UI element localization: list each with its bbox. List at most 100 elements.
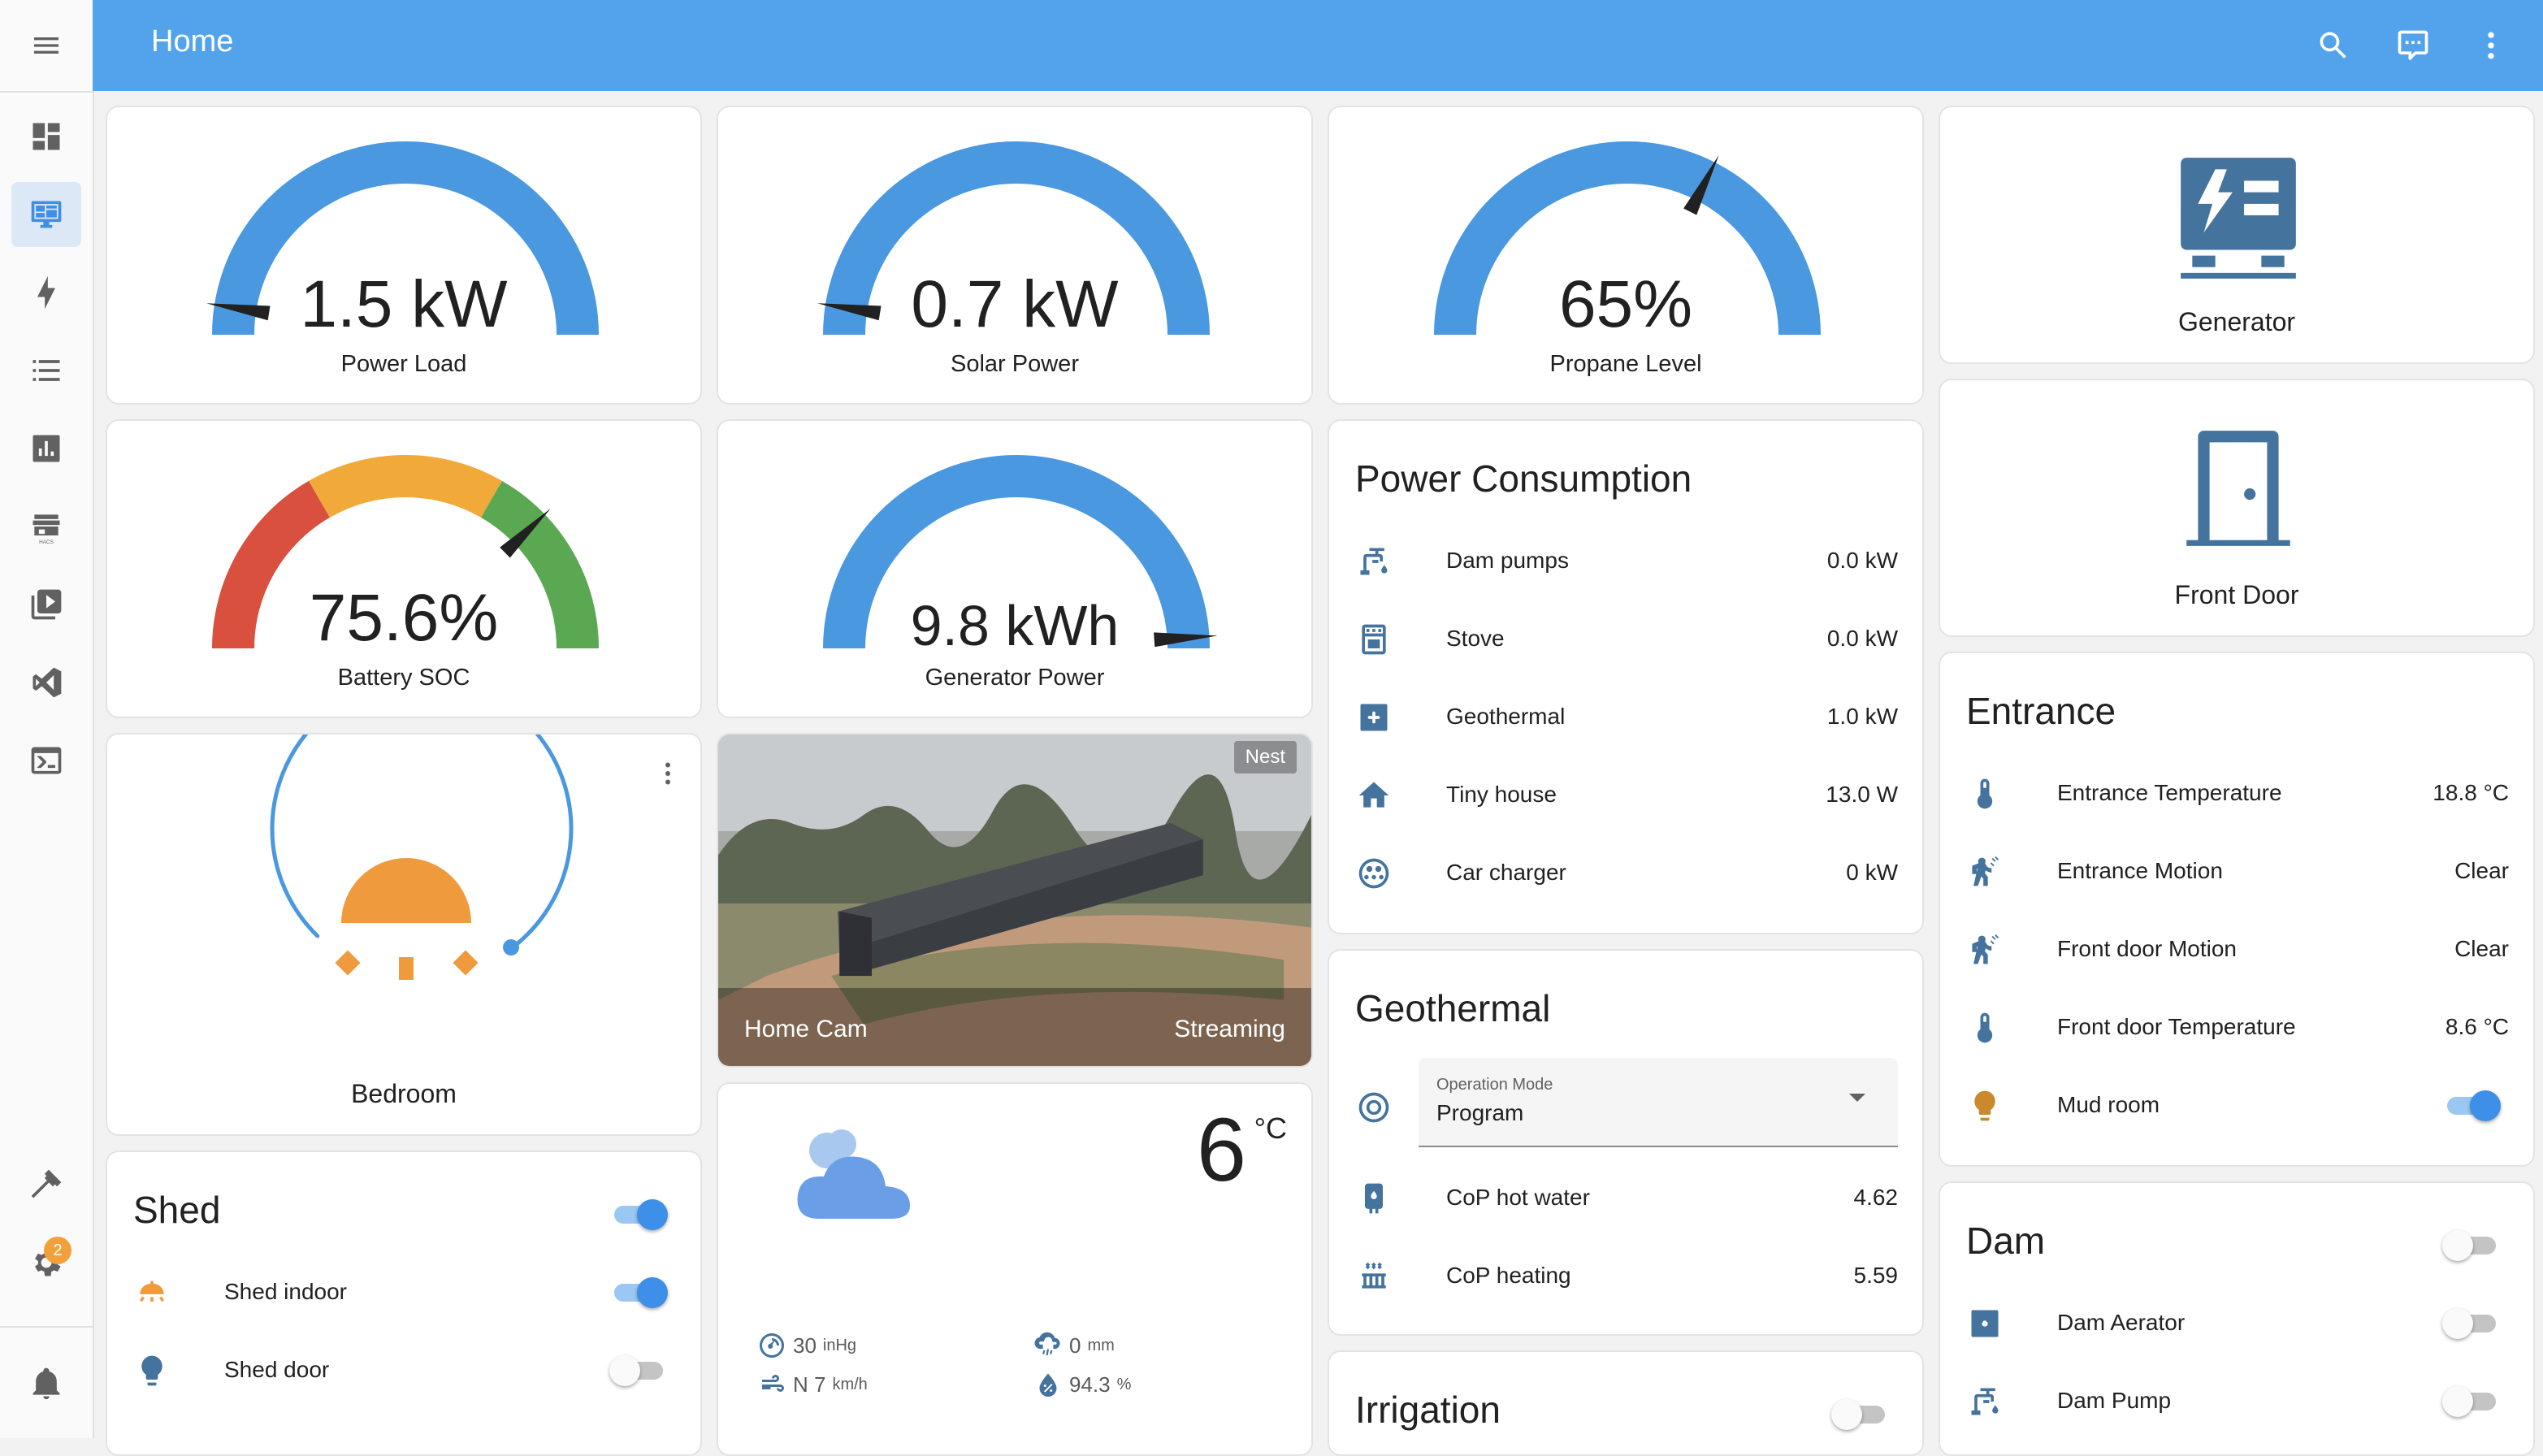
entity-row-shed-door[interactable]: Shed door [107, 1332, 700, 1410]
entity-row-mud-room[interactable]: Mud room [1940, 1068, 2533, 1146]
sidebar-item-logbook[interactable] [11, 338, 81, 403]
entity-toggle[interactable] [2442, 1306, 2501, 1339]
entity-row-tiny-house[interactable]: Tiny house 13.0 W [1329, 757, 1922, 835]
overflow-menu-button[interactable] [2468, 23, 2514, 68]
entity-row-stove[interactable]: Stove 0.0 kW [1329, 601, 1922, 679]
weather-rainy-icon [1034, 1332, 1060, 1356]
sidebar-item-developer-tools[interactable] [11, 1152, 81, 1217]
sidebar-item-home[interactable] [11, 182, 81, 247]
sidebar-item-notifications[interactable] [11, 1350, 81, 1415]
power-consumption-card: Power Consumption Dam pumps 0.0 kW Stove… [1328, 419, 1924, 934]
entity-name: Stove [1446, 626, 1505, 651]
radiator-icon [1354, 1256, 1394, 1297]
entity-name: Tiny house [1446, 782, 1557, 807]
home-icon [1354, 775, 1394, 816]
thermostat-card[interactable]: Bedroom [106, 733, 702, 1136]
sidebar-item-energy[interactable] [11, 260, 81, 325]
weather-card[interactable]: 6 °C 30 inHg 0 mm N 7 km/h 94.3% [717, 1082, 1313, 1456]
entity-row-shed-indoor[interactable]: Shed indoor [107, 1254, 700, 1332]
gauge-card-solar-power[interactable]: 0.7 kW Solar Power [717, 106, 1313, 405]
sidebar-divider [0, 1326, 93, 1328]
thermostat-dial[interactable] [107, 734, 702, 1136]
entity-toggle[interactable] [2442, 1089, 2501, 1121]
weather-windy-icon [762, 1375, 784, 1392]
entity-name: Front door Motion [2057, 936, 2237, 961]
weather-humidity: 94.3% [1033, 1370, 1131, 1399]
sidebar-item-history[interactable] [11, 416, 81, 481]
dam-card: Dam Dam Aerator Dam Pump [1939, 1181, 2535, 1456]
camera-card[interactable]: Nest Home Cam Streaming [717, 733, 1313, 1068]
card-title: Shed [133, 1189, 221, 1231]
gauge-card-power-load[interactable]: 1.5 kW Power Load [106, 106, 702, 405]
operation-mode-select[interactable]: Operation Mode Program [1419, 1058, 1898, 1147]
sidebar-item-media[interactable] [11, 572, 81, 637]
wind-value: N 7 [793, 1372, 826, 1397]
water-percent-icon [1039, 1373, 1057, 1397]
gauge-value: 0.7 kW [911, 267, 1119, 341]
sidebar-item-terminal[interactable] [11, 728, 81, 793]
dam-master-toggle[interactable] [2442, 1228, 2501, 1261]
gauge-value: 1.5 kW [300, 267, 508, 341]
select-value: Program [1436, 1100, 1524, 1125]
front-door-button-card[interactable]: Front Door [1939, 379, 2535, 637]
cloudy-icon [797, 1129, 910, 1219]
shed-card: Shed Shed indoor Shed door [106, 1150, 702, 1456]
menu-button[interactable] [0, 0, 93, 93]
gauge-card-generator-power[interactable]: 9.8 kWh Generator Power [717, 419, 1313, 718]
generator-button-card[interactable]: Generator [1939, 106, 2535, 364]
entity-row-cop-heating[interactable]: CoP heating 5.59 [1329, 1238, 1922, 1316]
sidebar-item-overview[interactable] [11, 104, 81, 169]
lightning-bolt-icon [37, 275, 55, 310]
heat-icon [335, 858, 479, 980]
weather-pressure: 30 inHg [757, 1331, 856, 1360]
entity-row-geothermal[interactable]: Geothermal 1.0 kW [1329, 679, 1922, 757]
entity-row-dam-pumps[interactable]: Dam pumps 0.0 kW [1329, 523, 1922, 601]
entity-row-dam-pump[interactable]: Dam Pump [1940, 1363, 2533, 1441]
gauge-name: Propane Level [1549, 351, 1702, 377]
entity-row-entrance-temperature[interactable]: Entrance Temperature 18.8 °C [1940, 756, 2533, 834]
sidebar-item-settings[interactable]: 2 [11, 1230, 81, 1295]
geothermal-card: Geothermal Operation Mode Program CoP ho… [1328, 949, 1924, 1336]
wind-unit: km/h [832, 1375, 868, 1393]
entity-name: Geothermal [1446, 704, 1566, 729]
entity-row-front-door-temperature[interactable]: Front door Temperature 8.6 °C [1940, 990, 2533, 1068]
hacs-store-icon: HACS [32, 514, 60, 544]
assist-button[interactable] [2390, 23, 2436, 68]
card-title: Dam [1966, 1220, 2046, 1262]
entity-toggle[interactable] [2442, 1384, 2501, 1417]
shed-master-toggle[interactable] [609, 1198, 668, 1230]
weather-precipitation: 0 mm [1033, 1331, 1115, 1360]
gauge-card-propane-level[interactable]: 65% Propane Level [1328, 106, 1924, 405]
camera-source-tag: Nest [1233, 741, 1297, 774]
dots-vertical-icon [2488, 32, 2494, 59]
entity-row-cop-hot-water[interactable]: CoP hot water 4.62 [1329, 1160, 1922, 1238]
entity-row-car-charger[interactable]: Car charger 0 kW [1329, 835, 1922, 913]
card-title: Power Consumption [1355, 457, 1692, 500]
sidebar-item-code-server[interactable] [11, 650, 81, 715]
water-boiler-icon [1354, 1178, 1394, 1219]
entity-row-front-door-motion[interactable]: Front door Motion Clear [1940, 912, 2533, 990]
ev-plug-icon [1354, 853, 1394, 894]
svg-text:HACS: HACS [39, 540, 54, 544]
entity-row-dam-aerator[interactable]: Dam Aerator [1940, 1285, 2533, 1363]
entity-toggle[interactable] [609, 1354, 668, 1386]
gauge-value: 65% [1558, 267, 1693, 341]
entity-value: 0.0 kW [1826, 626, 1898, 651]
irrigation-master-toggle[interactable] [1831, 1398, 1890, 1430]
lightbulb-icon [1965, 1086, 2005, 1126]
humidity-unit: % [1116, 1375, 1132, 1393]
entity-row-entrance-motion[interactable]: Entrance Motion Clear [1940, 834, 2533, 912]
entity-toggle[interactable] [609, 1276, 668, 1308]
sidebar: HACS 2 [0, 0, 94, 1438]
entity-name: Shed door [224, 1357, 330, 1382]
weather-temperature: 6 [1196, 1100, 1246, 1200]
sidebar-item-hacs[interactable]: HACS [11, 494, 81, 559]
entity-name: Mud room [2057, 1092, 2160, 1117]
irrigation-card: Irrigation [1328, 1350, 1924, 1456]
search-button[interactable] [2311, 23, 2356, 68]
entity-value: 5.59 [1853, 1263, 1899, 1288]
gauge-card-battery-soc[interactable]: 75.6% Battery SOC [106, 419, 702, 718]
operation-mode-icon [1354, 1087, 1394, 1128]
entity-value: 13.0 W [1826, 782, 1898, 807]
generator-icon [2181, 158, 2296, 279]
